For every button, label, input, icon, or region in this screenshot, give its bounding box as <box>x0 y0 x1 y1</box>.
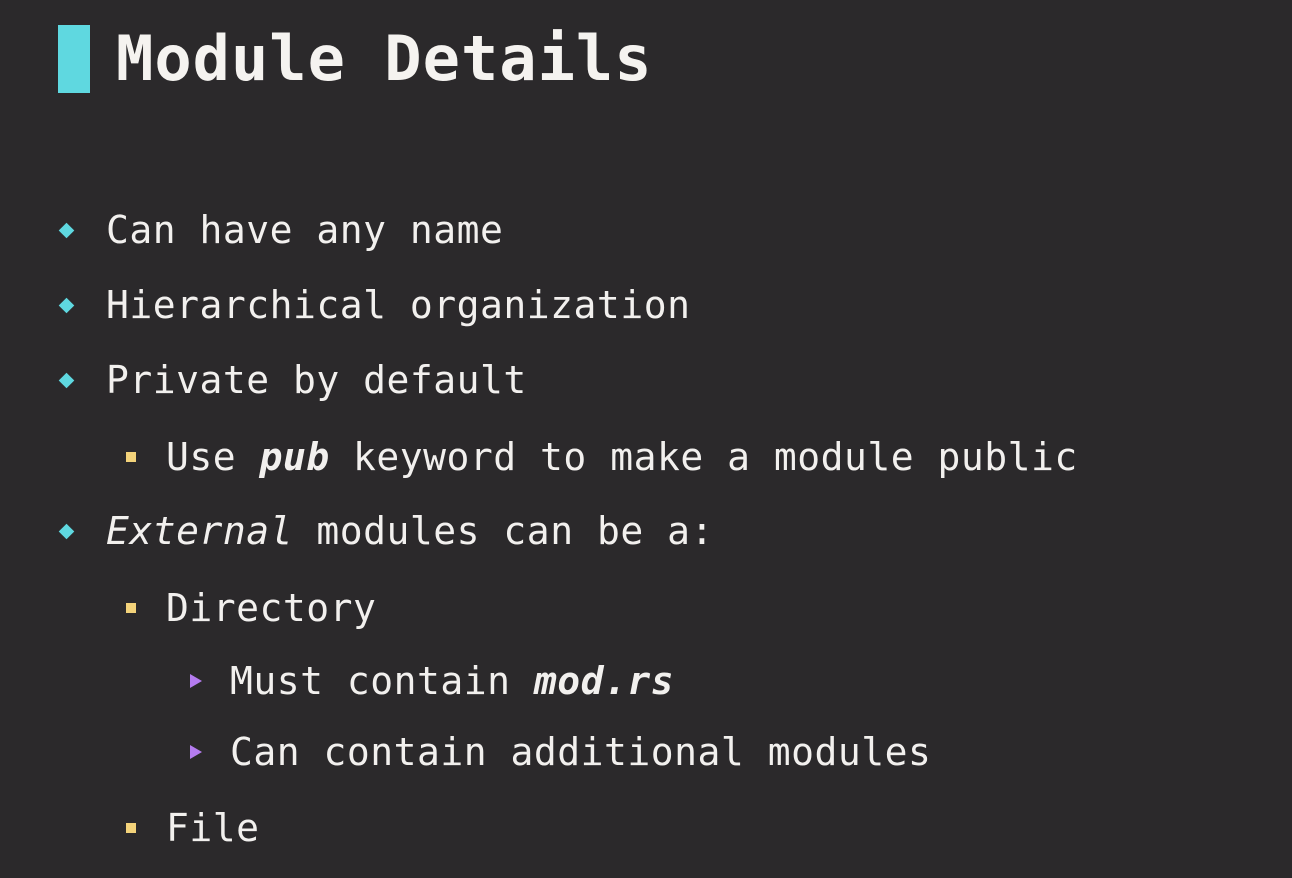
bullet-text: Private by default <box>106 358 527 402</box>
bullet-item-level1: Hierarchical organization <box>58 286 690 324</box>
bullet-filename: mod.rs <box>533 659 675 703</box>
bullet-text: Directory <box>166 586 377 630</box>
diamond-bullet-icon <box>58 222 75 238</box>
bullet-item-level3: Must contain mod.rs <box>190 662 674 700</box>
bullet-item-level2: File <box>126 809 260 847</box>
bullet-text-suffix: modules can be a: <box>293 509 714 553</box>
bullet-item-level1: Private by default <box>58 361 527 399</box>
bullet-emphasis: External <box>106 509 294 553</box>
bullet-item-level1: Can have any name <box>58 211 503 249</box>
bullet-text: File <box>166 806 260 850</box>
square-bullet-icon <box>126 603 136 613</box>
slide: Module Details Can have any name Hierarc… <box>0 0 1292 878</box>
title-row: Module Details <box>58 24 653 94</box>
bullet-text: Can contain additional modules <box>230 730 932 774</box>
bullet-item-level3: Can contain additional modules <box>190 733 931 771</box>
triangle-bullet-icon <box>190 745 202 759</box>
square-bullet-icon <box>126 823 136 833</box>
bullet-text: Hierarchical organization <box>106 283 691 327</box>
bullet-item-level2: Use pub keyword to make a module public <box>126 438 1078 476</box>
title-accent-bar <box>58 25 90 93</box>
bullet-text-prefix: Must contain <box>230 659 534 703</box>
bullet-keyword: pub <box>259 435 330 479</box>
diamond-bullet-icon <box>58 297 75 313</box>
slide-title: Module Details <box>116 22 653 95</box>
square-bullet-icon <box>126 452 136 462</box>
bullet-item-level1: External modules can be a: <box>58 512 714 550</box>
bullet-text-suffix: keyword to make a module public <box>329 435 1078 479</box>
bullet-text-prefix: Use <box>166 435 260 479</box>
bullet-item-level2: Directory <box>126 589 376 627</box>
diamond-bullet-icon <box>58 372 75 388</box>
bullet-text: Can have any name <box>106 208 504 252</box>
diamond-bullet-icon <box>58 523 75 539</box>
triangle-bullet-icon <box>190 674 202 688</box>
